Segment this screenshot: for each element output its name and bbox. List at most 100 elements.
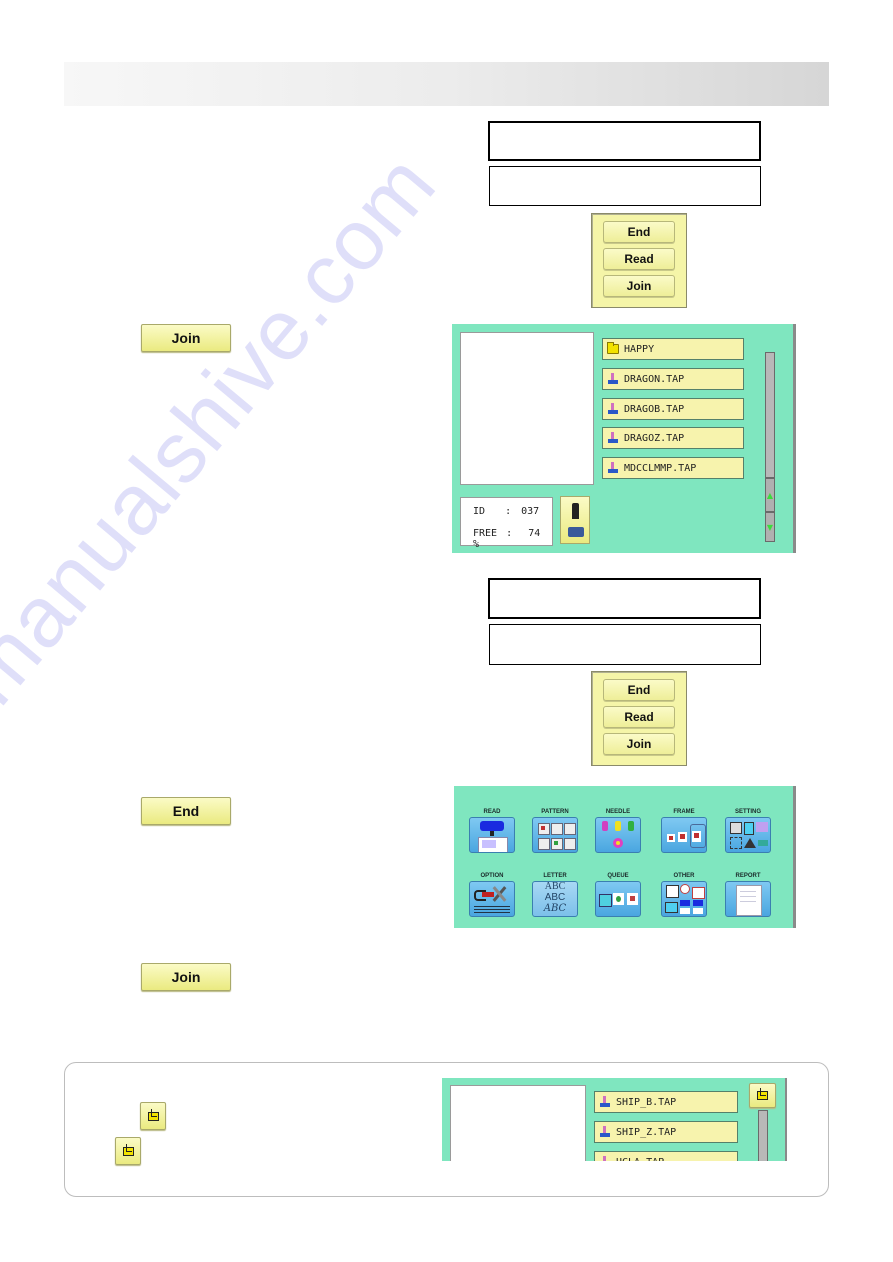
file-item[interactable]: SHIP_B.TAP [594,1091,738,1113]
scroll-down-button[interactable]: ▼ [765,512,775,542]
popup-menu: End Read Join [591,671,687,766]
queue-icon [595,881,641,917]
file-name: UCLA.TAP [616,1157,664,1162]
free-row: FREE : 74 % [473,528,552,550]
tap-file-icon [607,432,619,444]
join-button-2[interactable]: Join [141,963,231,991]
free-separator: : [506,528,513,539]
watermark: manualshive.com [0,136,455,723]
popup-end-button[interactable]: End [603,679,675,701]
file-item[interactable]: UCLA.TAP [594,1151,738,1161]
menu-label: QUEUE [607,873,629,879]
scrollbar-track[interactable] [758,1110,768,1161]
scrollbar-track[interactable] [765,352,775,478]
folder-up-button-2[interactable] [115,1137,141,1165]
pattern-preview [460,332,594,485]
file-select-screen-partial: SHIP_B.TAP SHIP_Z.TAP UCLA.TAP [442,1078,787,1161]
id-row: ID : 037 [473,506,539,517]
option-icon [469,881,515,917]
menu-report[interactable]: REPORT [722,872,774,917]
folder-up-icon [122,1143,134,1156]
file-item[interactable]: SHIP_Z.TAP [594,1121,738,1143]
tap-file-icon [599,1156,611,1161]
menu-label: NEEDLE [605,809,631,815]
menu-read[interactable]: READ [466,808,518,853]
usb-icon [572,503,579,519]
menu-label: FRAME [673,809,695,815]
main-menu-screen: READ PATTERN NEEDLE FRAME SETTING OPTION… [454,786,796,928]
tap-file-icon [599,1126,611,1138]
menu-frame[interactable]: FRAME [658,808,710,853]
letter-serif-text: ABC [544,881,566,892]
read-icon [469,817,515,853]
menu-label: PATTERN [541,809,569,815]
free-label: FREE [473,528,498,539]
popup-menu: End Read Join [591,213,687,308]
setting-icon [725,817,771,853]
tap-file-icon [607,373,619,385]
menu-queue[interactable]: QUEUE [592,872,644,917]
file-name: DRAGOB.TAP [624,403,685,415]
file-name: MDCCLMMP.TAP [624,462,697,474]
pattern-preview [450,1085,586,1161]
file-item[interactable]: DRAGOZ.TAP [602,427,744,449]
file-name: SHIP_B.TAP [616,1096,677,1108]
menu-label: OTHER [673,873,695,879]
menu-letter[interactable]: LETTER ABC ABC ABC [529,872,581,917]
section-header-bar [64,62,829,106]
media-select-button[interactable] [560,496,590,544]
message-box-4 [489,624,761,665]
menu-pattern[interactable]: PATTERN [529,808,581,853]
menu-needle[interactable]: NEEDLE [592,808,644,853]
file-name: DRAGOZ.TAP [624,432,685,444]
menu-label: READ [483,809,501,815]
media-info-box: ID : 037 FREE : 74 % [460,497,553,550]
message-box-2 [489,166,761,206]
popup-read-button[interactable]: Read [603,706,675,728]
id-label: ID [473,506,486,517]
needle-icon [595,817,641,853]
popup-join-button[interactable]: Join [603,275,675,297]
scroll-up-button[interactable]: ▲ [765,478,775,512]
popup-end-button[interactable]: End [603,221,675,243]
folder-up-button[interactable] [140,1102,166,1130]
chevron-down-icon: ▼ [766,522,774,532]
folder-up-icon [757,1088,768,1100]
file-name: DRAGON.TAP [624,373,685,385]
file-select-screen: HAPPY DRAGON.TAP DRAGOB.TAP DRAGOZ.TAP M… [452,324,796,553]
menu-label: SETTING [734,809,761,815]
menu-other[interactable]: OTHER [658,872,710,917]
file-item[interactable]: DRAGOB.TAP [602,398,744,420]
folder-up-button-3[interactable] [749,1083,776,1108]
chevron-up-icon: ▲ [766,490,774,500]
memory-card-icon [568,527,584,537]
folder-icon [607,342,619,354]
menu-label: REPORT [735,873,761,879]
menu-option[interactable]: OPTION [466,872,518,917]
file-item-folder[interactable]: HAPPY [602,338,744,360]
menu-label: OPTION [480,873,504,879]
end-button[interactable]: End [141,797,231,825]
popup-join-button[interactable]: Join [603,733,675,755]
tap-file-icon [607,462,619,474]
tap-file-icon [599,1096,611,1108]
letter-icon: ABC ABC ABC [532,881,578,917]
id-value: 037 [521,506,540,517]
join-button[interactable]: Join [141,324,231,352]
file-name: HAPPY [624,343,655,355]
frame-icon [661,817,707,853]
message-box-1 [488,121,761,161]
file-item[interactable]: DRAGON.TAP [602,368,744,390]
tap-file-icon [607,403,619,415]
folder-up-icon [147,1108,159,1121]
pattern-icon [532,817,578,853]
letter-sans-text: ABC [544,892,566,903]
file-item[interactable]: MDCCLMMP.TAP [602,457,744,479]
popup-read-button[interactable]: Read [603,248,675,270]
letter-script-text: ABC [543,903,567,914]
menu-label: LETTER [543,873,567,879]
file-name: SHIP_Z.TAP [616,1126,677,1138]
menu-setting[interactable]: SETTING [722,808,774,853]
other-icon [661,881,707,917]
message-box-3 [488,578,761,619]
